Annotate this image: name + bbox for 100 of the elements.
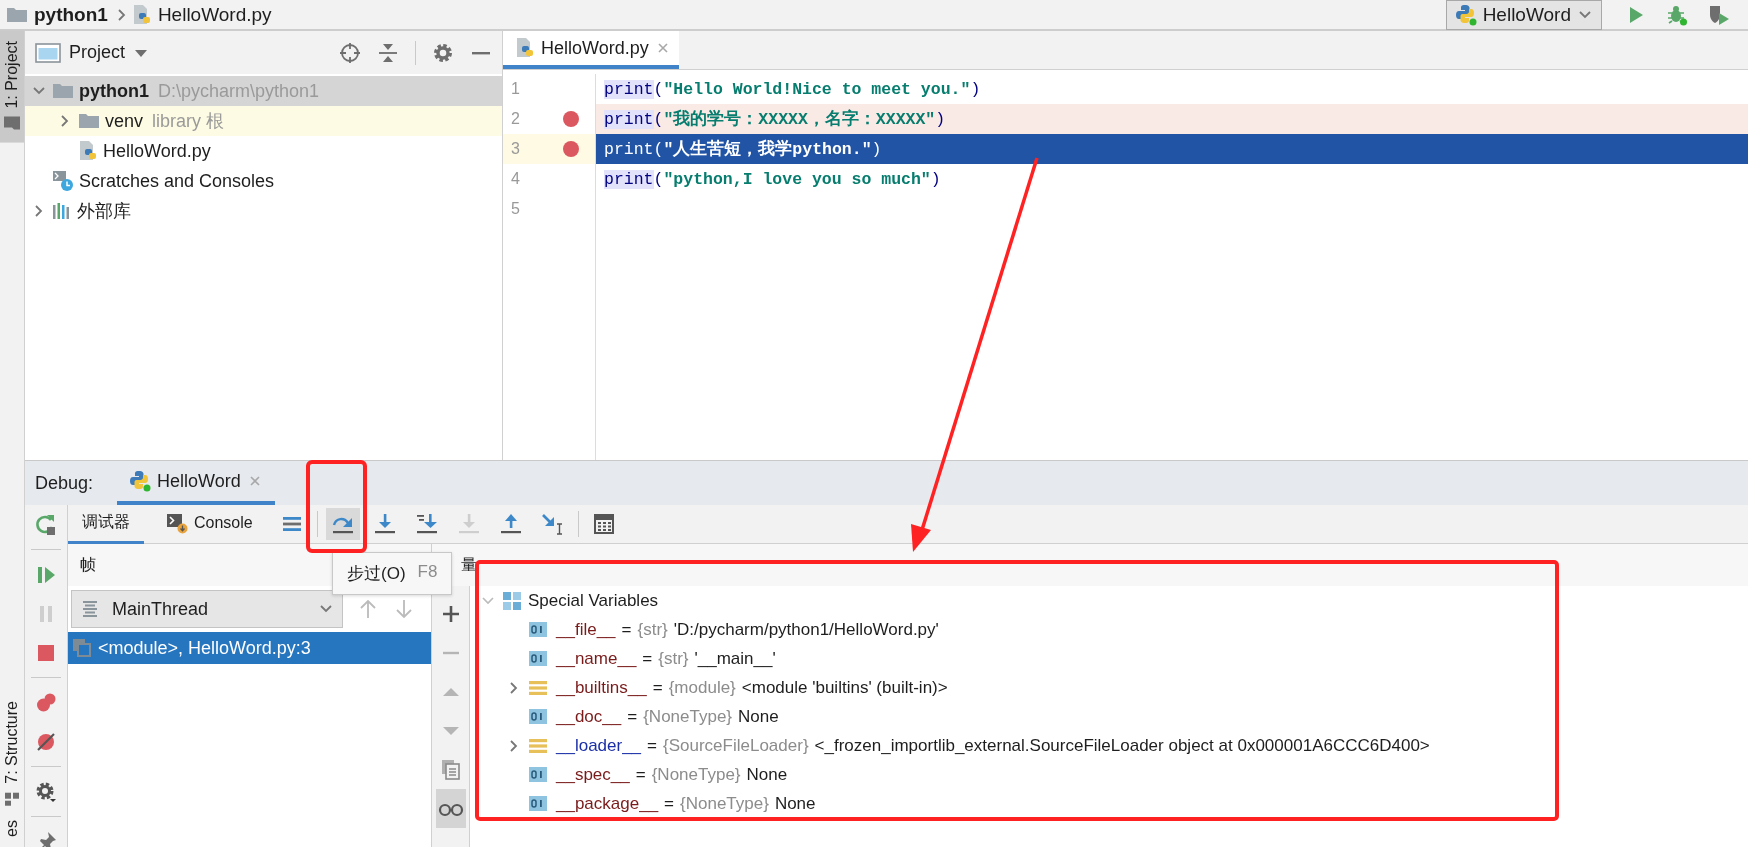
coverage-icon[interactable] (1708, 3, 1730, 26)
thread-icon (80, 599, 100, 619)
run-configuration-dropdown[interactable]: HelloWord (1445, 0, 1602, 30)
debug-icon[interactable] (1666, 3, 1688, 26)
crosshair-icon[interactable] (339, 41, 361, 64)
editor-tab[interactable]: HelloWord.py (503, 31, 679, 69)
rerun-icon[interactable] (35, 513, 57, 536)
value-icon (528, 707, 548, 726)
value-icon (528, 620, 548, 639)
python-icon (1454, 3, 1477, 26)
variable-value: 'D:/pycharm/python1/HelloWord.py' (673, 619, 939, 640)
variable-type: {NoneType} (643, 706, 733, 727)
variable-value: None (774, 793, 816, 814)
tooltip-text: 步过(O) (347, 563, 406, 585)
watches-toggle[interactable] (435, 789, 466, 828)
breadcrumb-item[interactable]: HelloWord.py (131, 3, 272, 26)
stack-icon (528, 678, 548, 697)
variable-name: __builtins__ (556, 677, 647, 698)
equals-sign: = (627, 706, 638, 727)
folder-icon (78, 111, 100, 131)
console-clock-icon (52, 170, 74, 192)
equals-sign: = (621, 619, 632, 640)
breakpoints-icon[interactable] (35, 691, 57, 714)
variable-name: __name__ (556, 648, 637, 669)
variable-type: {module} (668, 677, 736, 698)
tree-item[interactable]: Scratches and Consoles (25, 166, 502, 196)
add-icon[interactable] (440, 603, 461, 624)
collapse-icon[interactable] (377, 41, 399, 64)
tree-item[interactable]: 外部库 (25, 196, 502, 226)
code-line: print("人生苦短，我学python.") (604, 138, 882, 160)
variable-name: __loader__ (556, 735, 642, 756)
variable-type: {NoneType} (680, 793, 769, 814)
line-number: 1 (510, 80, 521, 98)
tool-window-tab[interactable]: 1: Project (0, 31, 24, 143)
group-label: Special Variables (528, 590, 659, 611)
panel-tab[interactable]: Console (152, 504, 267, 544)
step-into-my-code-icon[interactable] (414, 513, 439, 535)
code-line: print("python,I love you so much") (604, 169, 941, 189)
variable-type: {NoneType} (651, 764, 741, 785)
variable-name: __doc__ (556, 706, 622, 727)
panel-label: Debug: (35, 472, 94, 494)
variable-value: <_frozen_importlib_external.SourceFileLoader object at 0x000001A6CCC6D400> (814, 735, 1430, 756)
folder-icon (52, 81, 74, 101)
frame-icon (72, 638, 92, 658)
grid-icon (502, 590, 522, 611)
variable-type: {str} (658, 648, 689, 669)
tree-item[interactable]: python1 D:\pycharm\python1 (25, 76, 502, 106)
calculator-icon[interactable] (592, 513, 615, 535)
settings-icon[interactable] (432, 41, 454, 64)
line-number: 3 (510, 140, 521, 158)
stack-icon (528, 736, 548, 755)
breakpoint-icon[interactable] (561, 139, 581, 159)
breakpoint-icon[interactable] (561, 109, 581, 129)
variables-header: 量 (461, 554, 477, 575)
python-file-icon (78, 140, 98, 162)
variable-type: {SourceFileLoader} (663, 735, 809, 756)
line-number: 4 (510, 170, 521, 188)
equals-sign: = (635, 764, 646, 785)
step-out-icon[interactable] (498, 513, 523, 535)
variable-value: None (746, 764, 788, 785)
value-icon (528, 794, 548, 813)
variable-value: '__main__' (694, 648, 776, 669)
variable-value: <module 'builtins' (built-in)> (741, 677, 948, 698)
equals-sign: = (652, 677, 663, 698)
copy-icon[interactable] (440, 758, 461, 781)
python-file-icon (515, 37, 535, 59)
structure-icon (3, 790, 21, 809)
mute-breakpoints-icon[interactable] (35, 730, 57, 753)
value-icon (528, 649, 548, 668)
value-icon (528, 765, 548, 784)
variable-type: {str} (637, 619, 668, 640)
run-to-cursor-icon[interactable] (540, 513, 565, 535)
variable-name: __package__ (556, 793, 659, 814)
tree-item[interactable]: venv library 根 (25, 106, 502, 136)
equals-sign: = (647, 735, 657, 756)
settings-icon[interactable] (35, 780, 57, 803)
panel-title-dropdown[interactable]: Project (35, 41, 150, 64)
python-icon (129, 470, 152, 492)
frame-item[interactable]: <module>, HelloWord.py:3 (68, 632, 431, 664)
python-file-icon (131, 3, 152, 26)
library-bars-icon (52, 201, 72, 221)
variable-value: None (738, 706, 779, 727)
tree-item[interactable]: HelloWord.py (25, 136, 502, 166)
line-number: 2 (510, 110, 521, 128)
variable-name: __file__ (556, 619, 616, 640)
window-icon (35, 41, 61, 64)
equals-sign: = (664, 793, 675, 814)
console-icon (166, 511, 188, 534)
thread-dropdown[interactable]: MainThread (71, 590, 343, 628)
step-into-icon[interactable] (372, 513, 397, 535)
breadcrumb-item[interactable]: python1 (6, 3, 108, 26)
tree-item-hint: library 根 (152, 110, 225, 133)
tree-item-hint: D:\pycharm\python1 (158, 80, 320, 102)
equals-sign: = (642, 648, 653, 669)
code-line: print("Hello World!Nice to meet you.") (604, 79, 981, 99)
line-number: 5 (510, 200, 521, 218)
code-line: print("我的学号：XXXXX，名字：XXXXX") (604, 108, 946, 130)
tool-window-tab[interactable]: es (0, 818, 24, 847)
folder-icon (3, 114, 21, 133)
tool-window-tab[interactable]: 7: Structure (0, 691, 24, 819)
